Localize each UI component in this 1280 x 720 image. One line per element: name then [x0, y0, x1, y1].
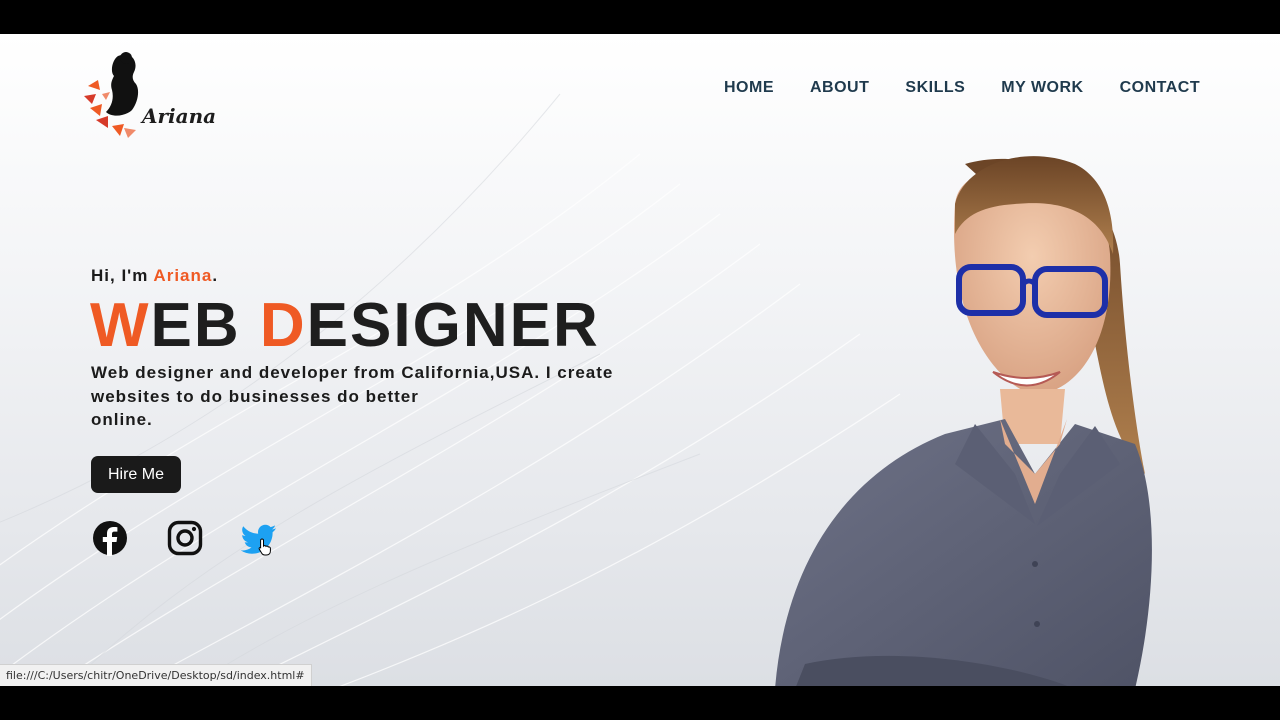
greeting-suffix: .	[212, 266, 219, 285]
webpage: Ariana HOME ABOUT SKILLS MY WORK CONTACT…	[0, 34, 1280, 686]
letterbox-top	[0, 0, 1280, 34]
nav-about[interactable]: ABOUT	[810, 79, 869, 97]
hand-pointer-cursor-icon	[258, 538, 271, 556]
hire-me-button[interactable]: Hire Me	[91, 456, 181, 493]
headline-esigner: ESIGNER	[306, 291, 600, 360]
instagram-icon	[167, 520, 203, 556]
description-line: Web designer and developer from Californ…	[91, 363, 614, 382]
woman-portrait-image	[775, 156, 1152, 686]
letterbox-bottom	[0, 686, 1280, 720]
hero-description: Web designer and developer from Californ…	[91, 361, 636, 432]
hero-headline: WEB DESIGNER	[90, 290, 600, 362]
facebook-icon	[93, 521, 127, 556]
brand-logo[interactable]: Ariana	[82, 50, 222, 140]
hero-greeting: Hi, I'm Ariana.	[91, 266, 218, 286]
headline-eb: EB	[150, 291, 260, 360]
greeting-name: Ariana	[153, 266, 213, 285]
instagram-link[interactable]	[167, 520, 203, 556]
headline-d: D	[259, 291, 307, 360]
browser-status-bar: file:///C:/Users/chitr/OneDrive/Desktop/…	[0, 664, 312, 686]
description-line: online.	[91, 410, 153, 429]
main-nav: HOME ABOUT SKILLS MY WORK CONTACT	[724, 79, 1200, 97]
nav-skills[interactable]: SKILLS	[905, 79, 965, 97]
nav-my-work[interactable]: MY WORK	[1001, 79, 1083, 97]
nav-home[interactable]: HOME	[724, 79, 774, 97]
brand-name: Ariana	[142, 104, 217, 128]
greeting-prefix: Hi, I'm	[91, 266, 154, 285]
headline-w: W	[90, 291, 151, 360]
facebook-link[interactable]	[92, 520, 128, 556]
description-line: websites to do businesses do better	[91, 386, 419, 406]
nav-contact[interactable]: CONTACT	[1120, 79, 1201, 97]
